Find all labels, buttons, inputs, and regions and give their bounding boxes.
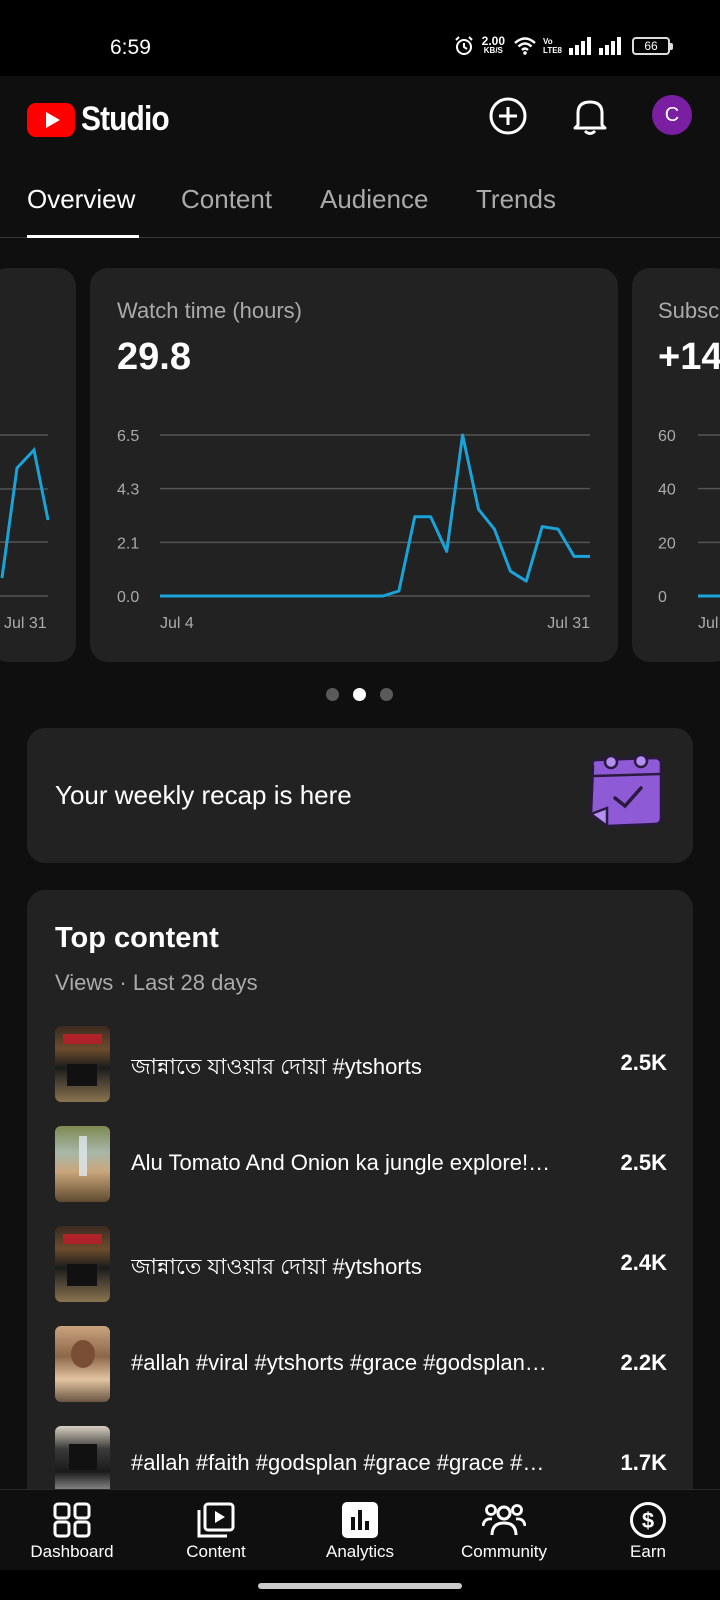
tab-active-indicator [27, 235, 139, 238]
video-views: 2.2K [620, 1350, 667, 1375]
notifications-button[interactable] [569, 95, 611, 137]
y-tick-label: 20 [658, 535, 676, 552]
video-title: #allah #faith #godsplan #grace #grace #… [131, 1450, 545, 1475]
net-speed-unit: KB/S [483, 46, 503, 55]
nav-label: Dashboard [30, 1542, 114, 1561]
video-title: Alu Tomato And Onion ka jungle explore!… [131, 1150, 551, 1175]
tab-overview[interactable]: Overview [27, 184, 135, 215]
tab-content[interactable]: Content [181, 184, 272, 215]
list-item[interactable]: #allah #viral #ytshorts #grace #godsplan… [55, 1326, 667, 1402]
battery-level: 66 [644, 39, 658, 53]
video-thumbnail [55, 1126, 110, 1202]
nav-community[interactable]: Community [432, 1490, 576, 1571]
content-icon [197, 1502, 235, 1538]
status-bar: 6:59 2.00 KB/S Vo LTE8 66 [0, 0, 720, 76]
nav-label: Community [461, 1542, 547, 1561]
weekly-recap-card[interactable]: Your weekly recap is here [27, 728, 693, 863]
carousel-dot[interactable] [326, 688, 339, 701]
video-title: #allah #viral #ytshorts #grace #godsplan… [131, 1350, 547, 1375]
list-item[interactable]: জান্নাতে যাওয়ার দোয়া #ytshorts 2.4K [55, 1226, 667, 1302]
nav-label: Content [186, 1542, 246, 1561]
status-icons: 2.00 KB/S Vo LTE8 66 [454, 34, 673, 56]
battery-icon: 66 [632, 37, 673, 55]
alarm-icon [454, 36, 473, 55]
analytics-icon [342, 1502, 378, 1538]
earn-icon: $ [630, 1502, 666, 1538]
create-icon [489, 97, 527, 135]
net-speed-value: 2.00 [481, 34, 506, 48]
watch-time-chart: 6.5 4.3 2.1 0.0 Jul 4 Jul 31 [117, 428, 590, 632]
y-tick-label: 40 [658, 482, 676, 499]
y-tick-label: 0 [658, 589, 667, 606]
nav-analytics[interactable]: Analytics [288, 1490, 432, 1571]
watch-time-series-line [160, 433, 590, 598]
nav-label: Earn [630, 1542, 666, 1561]
recap-text: Your weekly recap is here [55, 780, 352, 810]
video-views: 2.5K [620, 1150, 667, 1175]
x-tick-label: Jul 31 [4, 615, 47, 632]
video-views: 1.7K [620, 1450, 667, 1475]
y-tick-label: 6.5 [117, 428, 139, 445]
x-tick-label: Jul [698, 615, 718, 632]
metric-card-watch-time[interactable]: Watch time (hours) 29.8 6.5 4.3 2.1 0.0 Jul … [90, 268, 618, 662]
video-thumbnail [55, 1326, 110, 1402]
y-tick-label: 60 [658, 428, 676, 445]
video-title: জান্নাতে যাওয়ার দোয়া #ytshorts [131, 1054, 422, 1079]
dashboard-icon [53, 1502, 91, 1538]
y-tick-label: 0.0 [117, 589, 139, 606]
metric-card-subscribers[interactable]: Subscribers +14 6040200Jul [632, 268, 720, 662]
video-title: জান্নাতে যাওয়ার দোয়া #ytshorts [131, 1254, 422, 1279]
list-item[interactable]: Alu Tomato And Onion ka jungle explore!…… [55, 1126, 667, 1202]
signal-icon [569, 37, 591, 55]
video-views: 2.4K [620, 1250, 667, 1275]
carousel-dot-active[interactable] [353, 688, 366, 701]
app-name: Studio [81, 100, 170, 138]
create-button[interactable] [487, 95, 529, 137]
x-tick-label: Jul 4 [160, 615, 194, 632]
net-speed: 2.00 KB/S [481, 34, 506, 56]
x-tick-label: Jul 31 [547, 615, 590, 632]
carousel-indicator [326, 688, 393, 701]
video-views: 2.5K [620, 1050, 667, 1075]
signal-icon [599, 37, 621, 55]
app-header: Studio C [0, 76, 720, 156]
list-item[interactable]: জান্নাতে যাওয়ার দোয়া #ytshorts 2.5K [55, 1026, 667, 1102]
volte-bottom: LTE8 [543, 46, 562, 55]
youtube-logo-icon [27, 102, 75, 137]
views-series-line [0, 446, 50, 579]
community-icon [482, 1504, 526, 1536]
nav-earn[interactable]: $ Earn [576, 1490, 720, 1571]
status-time: 6:59 [110, 36, 151, 59]
gesture-bar[interactable] [258, 1583, 462, 1589]
tab-bar: Overview Content Audience Trends [0, 170, 720, 238]
views-mini-chart: Jul 31 [0, 434, 50, 632]
video-thumbnail [55, 1026, 110, 1102]
wifi-icon [514, 37, 536, 55]
svg-text:$: $ [642, 1508, 654, 1533]
tab-trends[interactable]: Trends [476, 184, 556, 215]
bell-icon [573, 100, 607, 135]
bottom-nav: Dashboard Content Analytics Community $ … [0, 1489, 720, 1570]
volte-top: Vo [543, 37, 553, 46]
carousel-dot[interactable] [380, 688, 393, 701]
nav-dashboard[interactable]: Dashboard [0, 1490, 144, 1571]
top-content-subtitle: Views · Last 28 days [55, 970, 258, 995]
calendar-check-icon [588, 753, 663, 829]
nav-label: Analytics [325, 1542, 395, 1561]
video-thumbnail [55, 1226, 110, 1302]
avatar[interactable]: C [652, 95, 692, 135]
subscribers-chart: 60 40 20 0 Jul [658, 428, 720, 632]
top-content-title: Top content [55, 922, 219, 954]
y-tick-label: 2.1 [117, 535, 139, 552]
metric-card-views[interactable]: Jul 31 [0, 268, 76, 662]
nav-content[interactable]: Content [144, 1490, 288, 1571]
y-tick-label: 4.3 [117, 482, 139, 499]
tab-audience[interactable]: Audience [320, 184, 428, 215]
studio-logo: Studio [27, 100, 181, 139]
top-content-card: Top content Views · Last 28 days জান্নাত… [27, 890, 693, 1530]
volte-indicator: Vo LTE8 [543, 37, 562, 55]
